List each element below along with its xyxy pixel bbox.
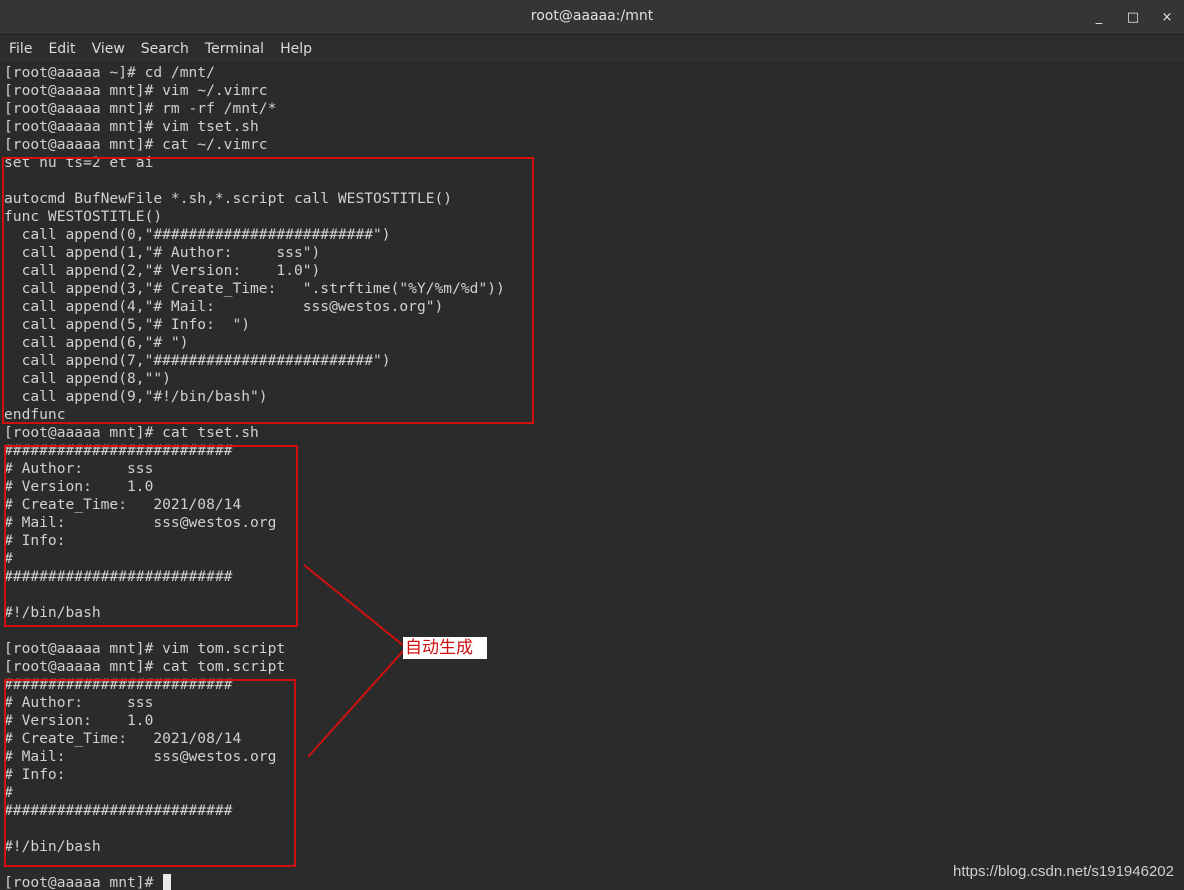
terminal-line: [root@aaaaa mnt]# cat tom.script xyxy=(4,658,505,676)
terminal-line: [root@aaaaa ~]# cd /mnt/ xyxy=(4,64,505,82)
auto-generated-label: 自动生成 xyxy=(403,637,487,659)
terminal-line-text: [root@aaaaa ~]# cd /mnt/ xyxy=(4,64,215,81)
terminal-line: [root@aaaaa mnt]# cat ~/.vimrc xyxy=(4,136,505,154)
terminal-cursor xyxy=(163,874,172,890)
terminal-line: [root@aaaaa mnt]# cat tset.sh xyxy=(4,424,505,442)
window-title: root@aaaaa:/mnt xyxy=(530,8,654,24)
title-bar[interactable]: root@aaaaa:/mnt _ □ × xyxy=(0,0,1184,35)
terminal-line: [root@aaaaa mnt]# xyxy=(4,874,505,890)
terminal-line: [root@aaaaa mnt]# vim tset.sh xyxy=(4,118,505,136)
maximize-glyph: □ xyxy=(1126,9,1140,25)
terminal-line-text: [root@aaaaa mnt]# vim ~/.vimrc xyxy=(4,82,268,99)
terminal-window: root@aaaaa:/mnt _ □ × File Edit View Sea… xyxy=(0,0,1184,890)
watermark: https://blog.csdn.net/s191946202 xyxy=(952,863,1174,880)
vimrc-highlight-box xyxy=(2,157,534,424)
menu-edit[interactable]: Edit xyxy=(40,35,83,63)
menu-search[interactable]: Search xyxy=(133,35,197,63)
terminal-line-text: [root@aaaaa mnt]# vim tom.script xyxy=(4,640,286,657)
tom-script-highlight-box xyxy=(4,679,296,867)
terminal-line-text: [root@aaaaa mnt]# cat tset.sh xyxy=(4,424,259,441)
maximize-icon[interactable]: □ xyxy=(1116,0,1150,34)
tset-sh-highlight-box xyxy=(4,445,298,627)
terminal-line-text: [root@aaaaa mnt]# rm -rf /mnt/* xyxy=(4,100,277,117)
menu-terminal[interactable]: Terminal xyxy=(197,35,272,63)
minimize-icon[interactable]: _ xyxy=(1082,0,1116,34)
terminal-line: [root@aaaaa mnt]# rm -rf /mnt/* xyxy=(4,100,505,118)
close-icon[interactable]: × xyxy=(1150,0,1184,34)
terminal-line-text: [root@aaaaa mnt]# vim tset.sh xyxy=(4,118,259,135)
terminal-line: [root@aaaaa mnt]# vim ~/.vimrc xyxy=(4,82,505,100)
menu-help[interactable]: Help xyxy=(272,35,320,63)
minimize-glyph: _ xyxy=(1095,9,1103,25)
terminal-line-text: [root@aaaaa mnt]# cat ~/.vimrc xyxy=(4,136,268,153)
menu-view[interactable]: View xyxy=(84,35,133,63)
close-glyph: × xyxy=(1161,9,1173,25)
window-controls: _ □ × xyxy=(1082,0,1184,34)
menu-file[interactable]: File xyxy=(0,35,40,63)
terminal-line-text: [root@aaaaa mnt]# cat tom.script xyxy=(4,658,286,675)
menu-bar: File Edit View Search Terminal Help xyxy=(0,35,1184,64)
terminal-line-text: [root@aaaaa mnt]# xyxy=(4,874,163,890)
